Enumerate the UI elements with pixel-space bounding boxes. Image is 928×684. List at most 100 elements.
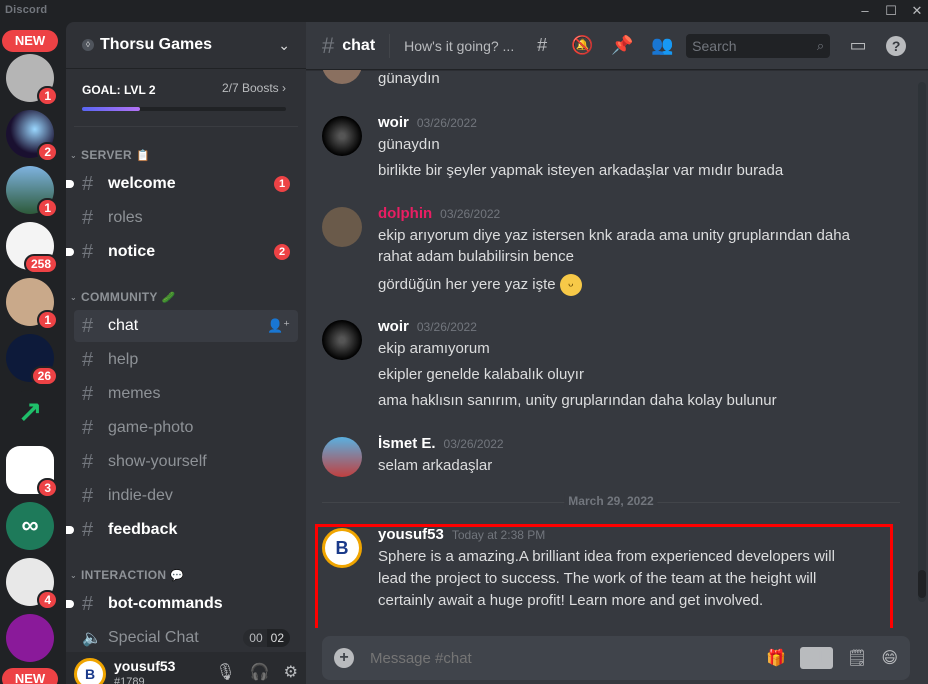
hash-icon: # xyxy=(82,416,94,439)
author-name[interactable]: woir xyxy=(378,114,409,131)
headphones-icon[interactable]: 🎧 xyxy=(250,662,270,682)
server-icon-arrow[interactable]: ↗ xyxy=(6,390,54,438)
author-name[interactable]: woir xyxy=(378,318,409,335)
microphone-icon[interactable]: 🎙 xyxy=(215,662,235,682)
category-community[interactable]: ⌄ COMMUNITY 🥒 xyxy=(70,288,176,306)
mention-badge: 2 xyxy=(274,244,290,260)
chevron-down-icon[interactable]: ⌄ xyxy=(278,37,290,54)
user-avatar[interactable]: B xyxy=(74,658,106,684)
channel-notice[interactable]: # notice 2 xyxy=(66,236,298,268)
channel-roles[interactable]: # roles xyxy=(74,202,298,234)
hash-icon: # xyxy=(82,240,94,263)
server-icon-astronaut[interactable]: 4 xyxy=(6,558,58,610)
channel-chat[interactable]: # chat 👤⁺ xyxy=(74,310,298,342)
caret-icon: ⌄ xyxy=(70,292,78,302)
boost-gem-icon: ◊ xyxy=(82,39,94,51)
create-invite-icon[interactable]: 👤⁺ xyxy=(267,318,290,334)
channel-bot-commands[interactable]: # bot-commands xyxy=(66,588,298,620)
message-text: ekipler genelde kalabalık oluyır xyxy=(378,366,584,383)
voice-count-limit: 02 xyxy=(266,629,290,647)
message-text-with-emoji: gördüğün her yere yaz işte ᵕ xyxy=(378,274,582,296)
channel-memes[interactable]: # memes xyxy=(74,378,298,410)
unread-indicator xyxy=(66,248,74,256)
boost-count-suffix: Boosts xyxy=(241,81,279,95)
server-icon-link[interactable]: ∞ xyxy=(6,502,54,550)
minimize-button[interactable]: – xyxy=(854,2,876,20)
author-name[interactable]: dolphin xyxy=(378,205,432,222)
date-separator-label: March 29, 2022 xyxy=(564,494,658,508)
message-text: gördüğün her yere yaz işte xyxy=(378,275,556,293)
search-input[interactable]: Search ⌕ xyxy=(686,33,831,58)
voice-channel-special-chat[interactable]: 🔈 Special Chat 00 02 xyxy=(74,622,298,654)
hash-icon: # xyxy=(82,348,94,371)
new-unreads-pill-bottom[interactable]: NEW xyxy=(2,668,58,684)
server-badge: 4 xyxy=(37,590,58,610)
hash-icon: # xyxy=(82,382,94,405)
server-icon-ram[interactable]: 1 xyxy=(6,54,58,106)
server-icon-doge[interactable]: 1 xyxy=(6,278,58,330)
emoji-picker-icon[interactable]: 😄 xyxy=(881,648,898,668)
server-rail: NEW 1 2 1 258 1 26 ↗ 3 ∞ 4 NEW xyxy=(0,22,66,684)
channel-name: memes xyxy=(108,385,161,402)
add-attachment-icon[interactable]: + xyxy=(334,648,354,668)
user-avatar[interactable] xyxy=(322,320,362,360)
message-text: ekip aramıyorum xyxy=(378,340,490,357)
scrollbar-track[interactable] xyxy=(918,82,926,602)
server-icon-lightning[interactable]: 2 xyxy=(6,110,58,162)
server-icon-bunny[interactable]: 258 xyxy=(6,222,58,274)
pin-icon[interactable]: 📌 xyxy=(610,35,634,56)
category-server[interactable]: ⌄ SERVER 📋 xyxy=(70,146,150,164)
channel-topic[interactable]: How's it going? ... xyxy=(404,38,514,54)
pickle-icon: 🥒 xyxy=(161,291,176,304)
message-text: birlikte bir şeyler yapmak isteyen arkad… xyxy=(378,162,784,179)
server-icon-mew[interactable]: 1 xyxy=(6,166,58,218)
channel-show-yourself[interactable]: # show-yourself xyxy=(74,446,298,478)
server-icon-art[interactable]: 26 xyxy=(6,334,58,386)
guild-header[interactable]: ◊ Thorsu Games ⌄ xyxy=(66,22,306,69)
channel-welcome[interactable]: # welcome 1 xyxy=(66,168,298,200)
channel-name: feedback xyxy=(108,521,178,538)
boost-progress-bar xyxy=(82,107,286,111)
channel-game-photo[interactable]: # game-photo xyxy=(74,412,298,444)
server-icon-pickle[interactable]: 3 xyxy=(6,446,58,498)
message-input[interactable] xyxy=(370,649,753,667)
gear-icon[interactable]: ⚙ xyxy=(284,662,298,682)
message-header: dolphin 03/26/2022 xyxy=(378,205,500,222)
notification-muted-icon[interactable]: 🔕 xyxy=(570,35,594,56)
mention-badge: 1 xyxy=(274,176,290,192)
voice-count-current: 00 xyxy=(243,629,267,647)
server-icon-croc[interactable] xyxy=(6,614,54,662)
gif-button[interactable]: GIF xyxy=(800,647,833,669)
speech-bubble-icon: 💬 xyxy=(170,569,185,582)
scrollbar-thumb[interactable] xyxy=(918,570,926,598)
member-list-icon[interactable]: 👥 xyxy=(650,35,674,56)
channel-name: game-photo xyxy=(108,419,194,436)
message-header: woir 03/26/2022 xyxy=(378,114,477,131)
threads-icon[interactable]: # xyxy=(530,35,554,56)
server-badge: 26 xyxy=(30,366,58,386)
header-divider xyxy=(389,33,391,58)
server-badge: 1 xyxy=(37,198,58,218)
user-avatar[interactable] xyxy=(322,116,362,156)
channel-help[interactable]: # help xyxy=(74,344,298,376)
user-avatar[interactable] xyxy=(322,437,362,477)
user-avatar[interactable] xyxy=(322,207,362,247)
user-panel: B yousuf53 #1789 🎙 🎧 ⚙ xyxy=(66,652,306,684)
boost-goal[interactable]: GOAL: LVL 2 2/7 Boosts › xyxy=(74,69,298,127)
category-interaction[interactable]: ⌄ INTERACTION 💬 xyxy=(70,566,184,584)
gift-icon[interactable]: 🎁 xyxy=(766,648,786,668)
new-unreads-pill-top[interactable]: NEW xyxy=(2,30,58,52)
inbox-icon[interactable]: ▭ xyxy=(846,35,870,56)
caret-icon: ⌄ xyxy=(70,570,78,580)
channel-feedback[interactable]: # feedback xyxy=(66,514,298,546)
channel-indie-dev[interactable]: # indie-dev xyxy=(74,480,298,512)
sticker-icon[interactable]: 🗒 xyxy=(847,648,867,668)
message-text: selam arkadaşlar xyxy=(378,457,493,474)
grinning-face-emoji-icon: ᵕ xyxy=(559,274,582,296)
maximize-button[interactable]: ☐ xyxy=(880,2,902,20)
help-icon[interactable]: ? xyxy=(886,35,907,56)
channel-name: help xyxy=(108,351,139,368)
author-name[interactable]: İsmet E. xyxy=(378,435,436,452)
user-avatar[interactable] xyxy=(322,70,362,84)
close-button[interactable]: ✕ xyxy=(906,2,928,20)
